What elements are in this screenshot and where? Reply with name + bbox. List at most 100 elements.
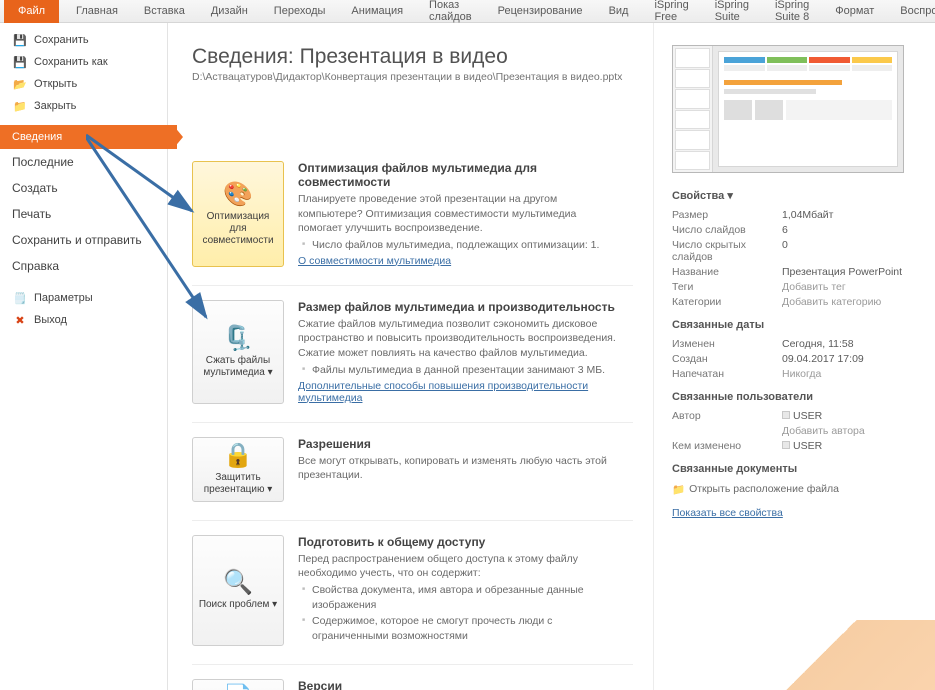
block-bullet: Файлы мультимедиа в данной презентации з… [298, 363, 618, 378]
tab-design[interactable]: Дизайн [198, 0, 261, 23]
sidebar-help[interactable]: Справка [0, 253, 167, 279]
compress-button[interactable]: 🗜️ Сжать файлы мультимедиа ▾ [192, 300, 284, 404]
sidebar-create[interactable]: Создать [0, 175, 167, 201]
inspect-icon: 🔍 [223, 571, 253, 595]
permissions-text: Разрешения Все могут открывать, копирова… [298, 437, 618, 502]
sidebar-close[interactable]: 📁 Закрыть [0, 95, 167, 117]
compress-text: Размер файлов мультимедиа и производител… [298, 300, 618, 404]
properties-heading[interactable]: Свойства ▾ [672, 189, 917, 202]
sidebar-share[interactable]: Сохранить и отправить [0, 227, 167, 253]
user-icon [782, 411, 790, 419]
sidebar-label: Выход [34, 314, 67, 326]
block-desc: Все могут открывать, копировать и изменя… [298, 454, 618, 483]
properties-panel: Свойства ▾ Размер1,04Мбайт Число слайдов… [653, 23, 935, 690]
compress-link[interactable]: Дополнительные способы повышения произво… [298, 380, 588, 404]
tab-review[interactable]: Рецензирование [485, 0, 596, 23]
prop-value: USER [782, 440, 822, 452]
save-as-icon: 💾 [12, 54, 28, 70]
prop-value: 0 [782, 239, 788, 263]
prop-value-editable[interactable]: Добавить категорию [782, 296, 881, 308]
tab-playback[interactable]: Воспроизведение [887, 0, 935, 23]
tab-insert[interactable]: Вставка [131, 0, 198, 23]
sidebar-options[interactable]: 🗒️ Параметры [0, 287, 167, 309]
sidebar-label: Сведения [12, 131, 62, 143]
tab-format[interactable]: Формат [822, 0, 887, 23]
block-title: Версии [298, 679, 498, 690]
block-desc: Сжатие файлов мультимедиа позволит сэкон… [298, 317, 618, 361]
tab-animation[interactable]: Анимация [338, 0, 416, 23]
tab-view[interactable]: Вид [596, 0, 642, 23]
ribbon: Файл Главная Вставка Дизайн Переходы Ани… [0, 0, 935, 23]
prop-value: Презентация PowerPoint [782, 266, 902, 278]
tab-slideshow[interactable]: Показ слайдов [416, 0, 485, 23]
docs-heading: Связанные документы [672, 463, 917, 475]
tab-ispring-free[interactable]: iSpring Free [641, 0, 701, 23]
dates-heading: Связанные даты [672, 319, 917, 331]
optimize-button[interactable]: 🎨 Оптимизация для совместимости [192, 161, 284, 267]
sidebar-print[interactable]: Печать [0, 201, 167, 227]
prop-value: USER [782, 410, 822, 422]
sidebar-label: Параметры [34, 292, 93, 304]
block-desc: Перед распространением общего доступа к … [298, 552, 618, 581]
options-icon: 🗒️ [12, 290, 28, 306]
file-path: D:\Аствацатуров\Дидактор\Конвертация пре… [192, 71, 633, 83]
prepare-text: Подготовить к общему доступу Перед распр… [298, 535, 618, 646]
button-label: Сжать файлы мультимедиа ▾ [197, 355, 279, 379]
prop-key: Название [672, 266, 782, 278]
block-title: Подготовить к общему доступу [298, 535, 618, 549]
block-desc: Планируете проведение этой презентации н… [298, 192, 618, 236]
open-location-link[interactable]: Открыть расположение файла [689, 483, 839, 496]
prop-key: Теги [672, 281, 782, 293]
button-label: Защитить презентацию ▾ [197, 472, 279, 496]
sidebar-open[interactable]: 📂 Открыть [0, 73, 167, 95]
close-icon: 📁 [12, 98, 28, 114]
exit-icon: ✖ [12, 312, 28, 328]
protect-icon: 🔒 [223, 444, 253, 468]
prop-key: Создан [672, 353, 782, 365]
page-title: Сведения: Презентация в видео [192, 45, 633, 69]
sidebar-label: Открыть [34, 78, 77, 90]
block-bullet: Свойства документа, имя автора и обрезан… [298, 583, 618, 612]
block-title: Оптимизация файлов мультимедиа для совме… [298, 161, 618, 189]
protect-button[interactable]: 🔒 Защитить презентацию ▾ [192, 437, 284, 502]
prop-value: Сегодня, 11:58 [782, 338, 854, 350]
prop-key: Напечатан [672, 368, 782, 380]
user-icon [782, 441, 790, 449]
versions-button[interactable]: 📄 Управление версиями ▾ [192, 679, 284, 690]
sidebar-recent[interactable]: Последние [0, 149, 167, 175]
optimize-text: Оптимизация файлов мультимедиа для совме… [298, 161, 618, 267]
tab-ispring-suite[interactable]: iSpring Suite [702, 0, 762, 23]
inspect-button[interactable]: 🔍 Поиск проблем ▾ [192, 535, 284, 646]
prop-key: Изменен [672, 338, 782, 350]
info-panel: Сведения: Презентация в видео D:\Астваца… [168, 23, 653, 690]
sidebar-save-as[interactable]: 💾 Сохранить как [0, 51, 167, 73]
prop-key: Число слайдов [672, 224, 782, 236]
save-icon: 💾 [12, 32, 28, 48]
optimize-link[interactable]: О совместимости мультимедиа [298, 255, 451, 267]
sidebar-exit[interactable]: ✖ Выход [0, 309, 167, 331]
tab-ispring-suite8[interactable]: iSpring Suite 8 [762, 0, 822, 23]
prop-value: 09.04.2017 17:09 [782, 353, 864, 365]
add-author[interactable]: Добавить автора [782, 425, 865, 437]
tab-home[interactable]: Главная [63, 0, 131, 23]
tab-file[interactable]: Файл [4, 0, 59, 23]
sidebar-save[interactable]: 💾 Сохранить [0, 29, 167, 51]
prop-key: Категории [672, 296, 782, 308]
sidebar-label: Закрыть [34, 100, 76, 112]
prop-key: Размер [672, 209, 782, 221]
prop-key: Автор [672, 410, 782, 422]
block-bullet: Содержимое, которое не смогут прочесть л… [298, 614, 618, 643]
tab-transitions[interactable]: Переходы [261, 0, 339, 23]
compress-icon: 🗜️ [223, 327, 253, 351]
button-label: Поиск проблем ▾ [199, 599, 277, 611]
prop-value: Никогда [782, 368, 821, 380]
sidebar-label: Сохранить как [34, 56, 108, 68]
prop-value-editable[interactable]: Добавить тег [782, 281, 846, 293]
prop-key: Кем изменено [672, 440, 782, 452]
sidebar-info[interactable]: Сведения [0, 125, 177, 149]
prop-value: 6 [782, 224, 788, 236]
show-all-properties[interactable]: Показать все свойства [672, 507, 917, 519]
presentation-thumbnail[interactable] [672, 45, 904, 173]
block-title: Разрешения [298, 437, 618, 451]
sidebar-label: Сохранить [34, 34, 89, 46]
